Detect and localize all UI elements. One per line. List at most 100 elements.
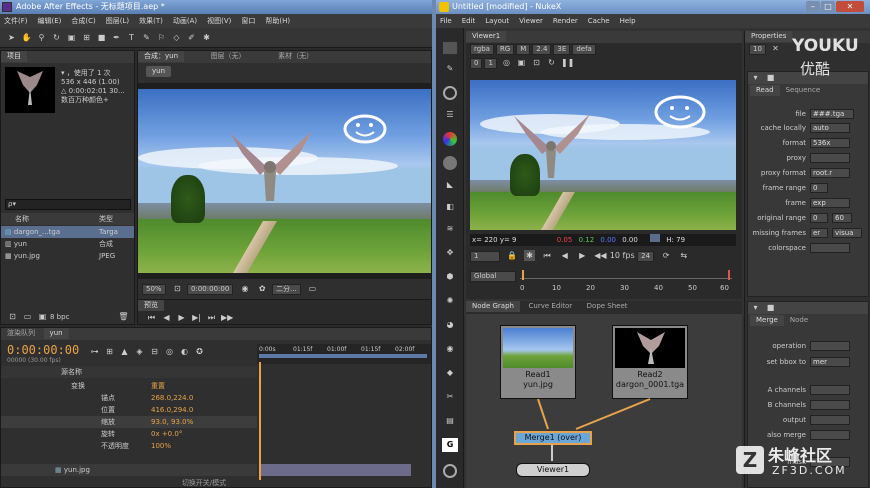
nuke-menu-edit[interactable]: Edit — [462, 17, 476, 25]
toggle-switches-label[interactable]: 切换开关/模式 — [151, 477, 257, 488]
colorspace-dropdown[interactable] — [810, 243, 850, 253]
prop-value[interactable]: 0x +0.0° — [151, 428, 182, 440]
hand-tool-icon[interactable]: ✋ — [21, 32, 32, 43]
ae-bottom-layer-row[interactable]: ▦ yun.jpg — [1, 464, 257, 476]
nuke-menu-file[interactable]: File — [440, 17, 452, 25]
rewind-icon[interactable]: ◀◀ — [594, 250, 606, 261]
timeline-playhead[interactable] — [522, 270, 524, 280]
pen-tool-icon[interactable]: ✒ — [111, 32, 122, 43]
trash-icon[interactable]: 🗑 — [118, 311, 129, 322]
b-channels-dropdown[interactable] — [810, 400, 850, 410]
ae-menu-window[interactable]: 窗口 — [241, 17, 255, 25]
render-queue-tab[interactable]: 渲染队列 — [1, 328, 41, 339]
motion-blur-icon[interactable]: ◎ — [164, 346, 175, 357]
channel-toolbar-icon[interactable]: ☰ — [443, 110, 457, 122]
nuke-menu-viewer[interactable]: Viewer — [519, 17, 543, 25]
playhead[interactable] — [259, 362, 261, 480]
brush-tool-icon[interactable]: ✎ — [141, 32, 152, 43]
metadata-toolbar-icon[interactable]: ◆ — [443, 368, 457, 380]
other-toolbar-icon[interactable]: ✂ — [443, 392, 457, 404]
prop-row[interactable]: 缩放 93.0, 93.0% — [1, 416, 257, 428]
settings-gear-icon[interactable]: ✱ — [524, 250, 536, 261]
nuke-menu-layout[interactable]: Layout — [485, 17, 509, 25]
viewer1-node[interactable]: Viewer1 — [516, 463, 590, 477]
proxy-format-dropdown[interactable]: root.r — [810, 168, 850, 178]
proxy-field[interactable] — [810, 153, 850, 163]
bbox-dropdown[interactable]: mer — [810, 357, 850, 367]
properties-tab[interactable]: Properties — [745, 31, 793, 42]
comp-tab[interactable]: 合成：yun — [138, 51, 185, 62]
format-dropdown[interactable]: 536x — [810, 138, 850, 148]
maximize-button[interactable]: □ — [821, 1, 835, 12]
selection-tool-icon[interactable]: ➤ — [6, 32, 17, 43]
camera-tool-icon[interactable]: ▣ — [66, 32, 77, 43]
ae-timecode[interactable]: 0:00:00:00 — [7, 343, 79, 357]
timeline-yun-tab[interactable]: yun — [43, 328, 69, 339]
nuke-menu-render[interactable]: Render — [553, 17, 578, 25]
layer-tab[interactable]: 图层（无） — [205, 51, 252, 62]
frame-blend-icon[interactable]: ⊟ — [149, 346, 160, 357]
gizmo-toolbar-icon[interactable]: G — [442, 438, 458, 452]
read-tab[interactable]: Read — [750, 85, 780, 96]
next-frame-icon[interactable]: ▶| — [191, 312, 202, 323]
draft-3d-icon[interactable]: ▲ — [119, 346, 130, 357]
ae-menu-animation[interactable]: 动画(A) — [173, 17, 197, 25]
pause-icon[interactable]: ❚❚ — [561, 57, 574, 68]
roto-tool-icon[interactable]: ✐ — [186, 32, 197, 43]
list-item[interactable]: ▥ yun 合成 — [1, 238, 134, 250]
matte-dropdown[interactable]: M — [516, 44, 531, 55]
node-tab[interactable]: Node — [784, 315, 814, 326]
prop-value[interactable]: 重置 — [151, 380, 165, 392]
minimize-button[interactable]: – — [806, 1, 820, 12]
image-toolbar-icon[interactable] — [443, 42, 457, 54]
ae-menu-help[interactable]: 帮助(H) — [265, 17, 290, 25]
interpret-icon[interactable]: ⊡ — [7, 311, 18, 322]
rect-tool-icon[interactable]: ■ — [96, 32, 107, 43]
color-toolbar-icon[interactable] — [443, 132, 457, 146]
brainstorm-icon[interactable]: ✪ — [194, 346, 205, 357]
proxy-icon[interactable]: ⊡ — [531, 57, 542, 68]
keyer-toolbar-icon[interactable]: ◣ — [443, 180, 457, 192]
draw-toolbar-icon[interactable]: ✎ — [443, 64, 457, 76]
timeline-outpoint[interactable] — [728, 270, 730, 280]
shy-icon[interactable]: ◈ — [134, 346, 145, 357]
last-frame-icon[interactable]: ⏭ — [206, 312, 217, 323]
bpc-label[interactable]: 8 bpc — [50, 313, 69, 321]
frame-mode-dropdown[interactable]: exp — [810, 198, 850, 208]
color-channel-icon[interactable]: ✿ — [257, 283, 268, 294]
work-area-bar[interactable] — [259, 354, 427, 358]
clear-panels-icon[interactable]: ✕ — [770, 43, 781, 54]
layer-duration-bar[interactable] — [261, 464, 411, 476]
play-forward-icon[interactable]: ▶ — [577, 250, 588, 261]
missing-frames-dropdown[interactable]: er — [810, 228, 828, 238]
original-range-start[interactable]: 0 — [810, 213, 828, 223]
channels-dropdown[interactable]: rgba — [470, 44, 494, 55]
ae-menu-effect[interactable]: 效果(T) — [139, 17, 163, 25]
zero-field[interactable]: 0 — [470, 58, 483, 69]
views-toolbar-icon[interactable]: ◉ — [443, 344, 457, 356]
prev-frame-icon[interactable]: ◀ — [161, 312, 172, 323]
ae-time-ruler[interactable]: 0:00s 01:15f 01:00f 01:15f 02:00f — [257, 344, 431, 364]
prop-row[interactable]: 位置 416.0,294.0 — [1, 404, 257, 416]
nuke-menu-cache[interactable]: Cache — [588, 17, 610, 25]
prop-row[interactable]: 锚点 268.0,224.0 — [1, 392, 257, 404]
comp-subtab[interactable]: yun — [146, 66, 172, 77]
comp-flow-icon[interactable]: ⊞ — [104, 346, 115, 357]
output-dropdown[interactable] — [810, 415, 850, 425]
nuke-timeline[interactable]: Global 0 10 20 30 40 50 60 — [470, 268, 736, 296]
first-frame-icon[interactable]: ⏮ — [146, 312, 157, 323]
ae-project-tab[interactable]: 项目 — [1, 51, 27, 62]
ae-project-search[interactable]: ρ▾ — [5, 199, 131, 210]
first-frame-icon[interactable]: ⏮ — [542, 250, 553, 261]
frame-range-start[interactable]: 0 — [810, 183, 828, 193]
prop-value[interactable]: 93.0, 93.0% — [151, 416, 193, 428]
prop-value[interactable]: 100% — [151, 440, 171, 452]
ram-preview-icon[interactable]: ▶▶ — [221, 312, 233, 323]
region-icon[interactable]: ▭ — [307, 283, 318, 294]
sequence-tab[interactable]: Sequence — [780, 85, 827, 96]
gamma-field[interactable]: 3E — [553, 44, 571, 55]
roi-icon[interactable]: ▣ — [516, 57, 527, 68]
operation-dropdown[interactable] — [810, 341, 850, 351]
play-icon[interactable]: ▶ — [176, 312, 187, 323]
quality-dropdown[interactable]: 二分... — [272, 284, 301, 295]
